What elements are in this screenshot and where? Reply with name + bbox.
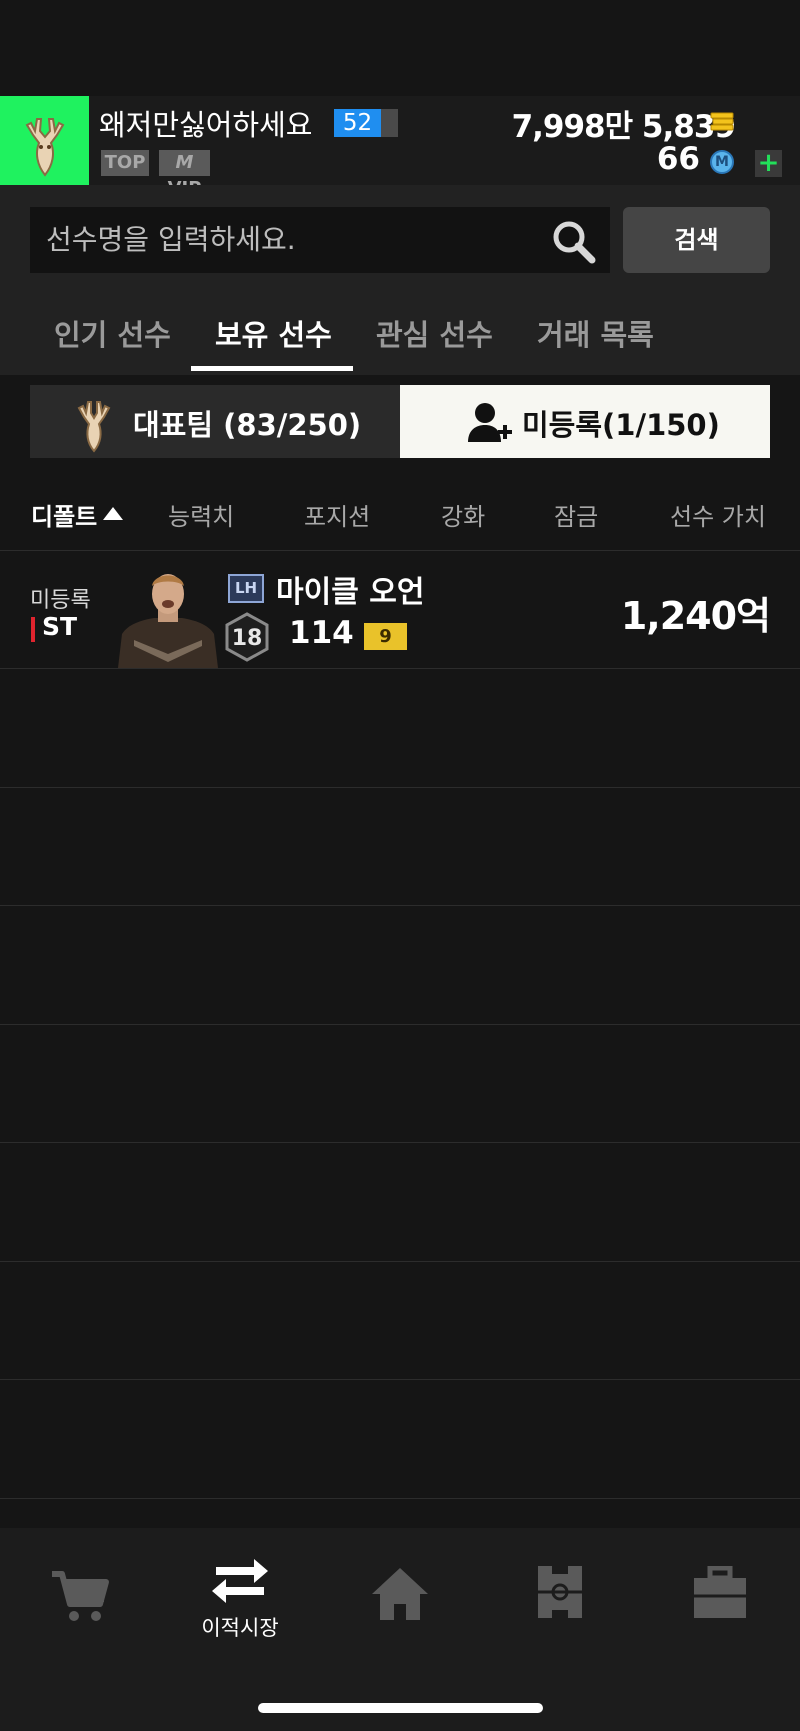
deer-emblem-icon [77,401,111,453]
player-position: ST [42,612,78,641]
position-color-bar [31,617,35,642]
grade-badge: 18 [225,612,269,662]
tab-trade-list[interactable]: 거래 목록 [537,312,654,354]
sort-lock[interactable]: 잠금 [554,497,598,532]
cart-icon[interactable] [50,1568,110,1624]
transfer-icon[interactable] [210,1553,270,1609]
sort-player-value[interactable]: 선수 가치 [670,497,766,532]
m-coin-icon: M [710,150,734,174]
divider [0,787,800,788]
sort-ability[interactable]: 능력치 [168,497,234,532]
currency-amount: 7,998만 5,839 [511,109,736,145]
add-user-icon [468,403,512,442]
divider [0,905,800,906]
unregistered-label: 미등록(1/150) [522,408,720,442]
player-value: 1,240억 [620,594,771,638]
club-emblem-avatar[interactable] [0,96,89,185]
search-icon[interactable] [550,218,596,264]
nickname: 왜저만싫어하세요 [99,108,313,142]
player-status: 미등록 [30,588,91,613]
points-amount: 66 [656,141,700,177]
vip-prefix: M [175,152,194,173]
home-icon[interactable] [370,1566,430,1622]
level-badge: 52 [334,109,398,137]
player-search-input[interactable]: 선수명을 입력하세요. [30,207,610,273]
grade-number: 18 [232,626,263,651]
search-button[interactable]: 검색 [623,207,770,273]
divider [0,1024,800,1025]
top-badge: TOP [101,150,149,176]
divider [0,1261,800,1262]
sort-position[interactable]: 포지션 [304,497,370,532]
divider [0,1498,800,1499]
briefcase-icon[interactable] [690,1566,750,1622]
upgrade-level-badge: 9 [364,623,407,650]
vip-badge: M VIP [159,150,210,199]
level-number: 52 [334,109,381,137]
tab-owned-players[interactable]: 보유 선수 [215,312,332,354]
season-badge: LH [228,574,264,603]
add-points-button[interactable]: + [755,150,782,177]
tab-popular-players[interactable]: 인기 선수 [54,312,171,354]
squad-icon[interactable] [530,1564,590,1620]
player-photo [118,574,218,668]
active-tab-indicator [191,366,353,371]
unregistered-toggle[interactable]: 미등록(1/150) [400,385,770,458]
divider [0,1379,800,1380]
tab-watchlist-players[interactable]: 관심 선수 [376,312,493,354]
sort-default[interactable]: 디폴트 [31,497,97,532]
divider [0,1142,800,1143]
divider [0,668,800,669]
home-indicator [258,1703,543,1713]
deer-emblem-icon [25,117,64,177]
main-team-label: 대표팀 (83/250) [133,408,362,442]
nav-transfer-market-label[interactable]: 이적시장 [195,1612,285,1642]
main-team-toggle[interactable]: 대표팀 (83/250) [30,385,400,458]
sort-upgrade[interactable]: 강화 [441,497,485,532]
bottom-navigation [0,1528,800,1731]
player-ovr: 114 [289,615,354,651]
sort-ascending-icon [103,507,123,520]
level-progress-bar [381,109,398,137]
player-name: 마이클 오언 [276,575,425,610]
gold-coins-icon [710,112,734,131]
